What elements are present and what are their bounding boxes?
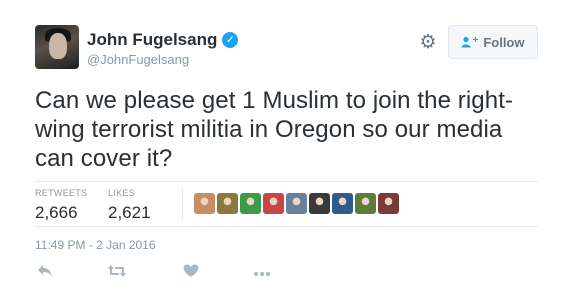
liker-avatar[interactable] (217, 193, 238, 214)
divider (35, 181, 538, 182)
liker-avatar[interactable] (355, 193, 376, 214)
author-name-row[interactable]: John Fugelsang ✓ (87, 30, 239, 50)
likes-value: 2,621 (108, 203, 151, 222)
tweet-text: Can we please get 1 Muslim to join the r… (35, 87, 514, 172)
reply-icon[interactable] (37, 264, 53, 281)
retweets-value: 2,666 (35, 203, 78, 222)
liker-avatar[interactable] (240, 193, 261, 214)
liker-avatar[interactable] (332, 193, 353, 214)
retweet-icon[interactable] (107, 264, 127, 281)
stats-separator (182, 188, 183, 220)
retweets-label: RETWEETS (35, 188, 88, 198)
author-handle[interactable]: @JohnFugelsang (87, 52, 189, 67)
divider (35, 226, 538, 227)
add-user-icon: + (461, 35, 478, 48)
verified-badge-icon: ✓ (222, 32, 239, 48)
follow-button[interactable]: + Follow (448, 25, 538, 59)
tweet-timestamp[interactable]: 11:49 PM - 2 Jan 2016 (35, 238, 156, 252)
liker-avatar[interactable] (263, 193, 284, 214)
likes-label: LIKES (108, 188, 136, 198)
author-full-name[interactable]: John Fugelsang (87, 30, 217, 50)
liker-avatars (194, 193, 399, 214)
tweet-actions (35, 264, 275, 280)
liker-avatar[interactable] (194, 193, 215, 214)
liker-avatar[interactable] (378, 193, 399, 214)
tweet-card: John Fugelsang ✓ @JohnFugelsang ⚙ + Foll… (0, 0, 574, 292)
retweet-count[interactable]: RETWEETS 2,666 (35, 188, 87, 223)
avatar[interactable] (35, 25, 79, 69)
heart-icon[interactable] (183, 264, 199, 281)
like-count[interactable]: LIKES 2,621 (108, 188, 151, 223)
follow-button-label: Follow (483, 34, 525, 50)
liker-avatar[interactable] (286, 193, 307, 214)
liker-avatar[interactable] (309, 193, 330, 214)
more-icon[interactable] (253, 264, 271, 280)
gear-icon[interactable]: ⚙ (418, 33, 438, 53)
